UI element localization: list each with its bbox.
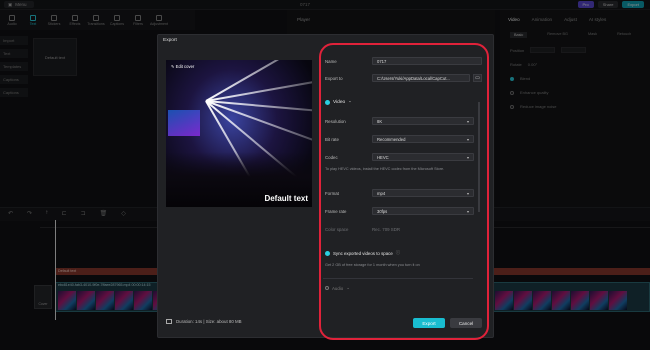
preview-overlay-text: Default text bbox=[264, 194, 308, 203]
cover-preview: ✎ Edit cover Default text bbox=[166, 60, 312, 207]
duration-info: Duration: 14s | Size: about 80 MB bbox=[166, 319, 242, 324]
stage-screen bbox=[168, 110, 200, 136]
duration-text: Duration: 14s | Size: about 80 MB bbox=[176, 319, 242, 324]
edit-cover-button[interactable]: ✎ Edit cover bbox=[171, 64, 194, 69]
film-icon bbox=[166, 319, 172, 324]
highlight-outline bbox=[319, 43, 489, 340]
dialog-title: Export bbox=[163, 38, 177, 43]
